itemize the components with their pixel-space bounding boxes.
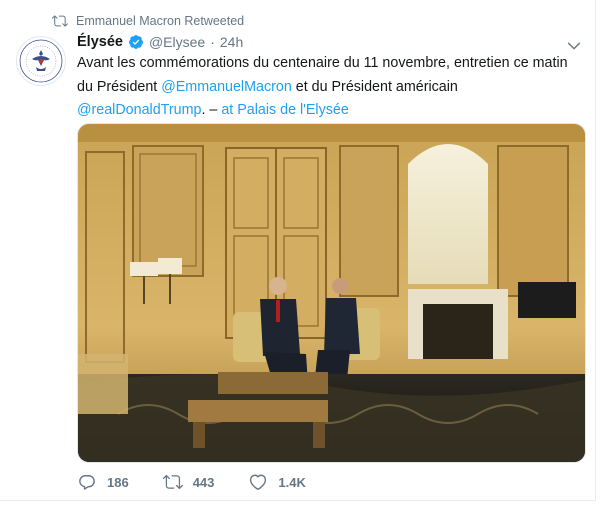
tweet-timestamp[interactable]: 24h — [220, 34, 243, 50]
mention-link[interactable]: @realDonaldTrump — [77, 102, 201, 118]
like-button[interactable]: 1.4K — [248, 472, 306, 492]
photo-icon — [78, 124, 585, 462]
tweet-header: Élysée @Elysee · 24h — [77, 34, 243, 50]
tweet-text-part: et du Président américain — [291, 78, 458, 95]
location-link[interactable]: at Palais de l'Elysée — [221, 102, 349, 118]
tweet-card[interactable]: Emmanuel Macron Retweeted Élysée @Elysee… — [0, 0, 596, 501]
retweet-button[interactable]: 443 — [162, 472, 215, 492]
avatar[interactable] — [16, 36, 66, 86]
reply-count: 186 — [107, 474, 129, 490]
reply-button[interactable]: 186 — [77, 472, 129, 492]
retweet-icon — [162, 474, 183, 490]
heart-icon — [250, 474, 267, 490]
tweet-text-part: . – — [201, 102, 222, 118]
author-name[interactable]: Élysée — [77, 34, 123, 50]
retweet-count: 443 — [192, 474, 215, 490]
tweet-text: Avant les commémorations du centenaire d… — [77, 52, 587, 123]
retweet-icon — [52, 15, 68, 27]
tweet-photo[interactable] — [77, 123, 586, 463]
verified-badge-icon — [128, 35, 143, 49]
mention-link[interactable]: @EmmanuelMacron — [161, 79, 292, 95]
separator-dot: · — [210, 34, 215, 50]
tweet-actions: 186 443 1.4K — [77, 472, 340, 492]
elysee-seal-logo — [19, 39, 63, 83]
retweet-context-text[interactable]: Emmanuel Macron Retweeted — [76, 14, 244, 28]
like-count: 1.4K — [278, 474, 306, 490]
reply-icon — [79, 475, 95, 490]
retweet-context[interactable]: Emmanuel Macron Retweeted — [52, 13, 244, 29]
author-handle[interactable]: @Elysee — [149, 34, 205, 50]
